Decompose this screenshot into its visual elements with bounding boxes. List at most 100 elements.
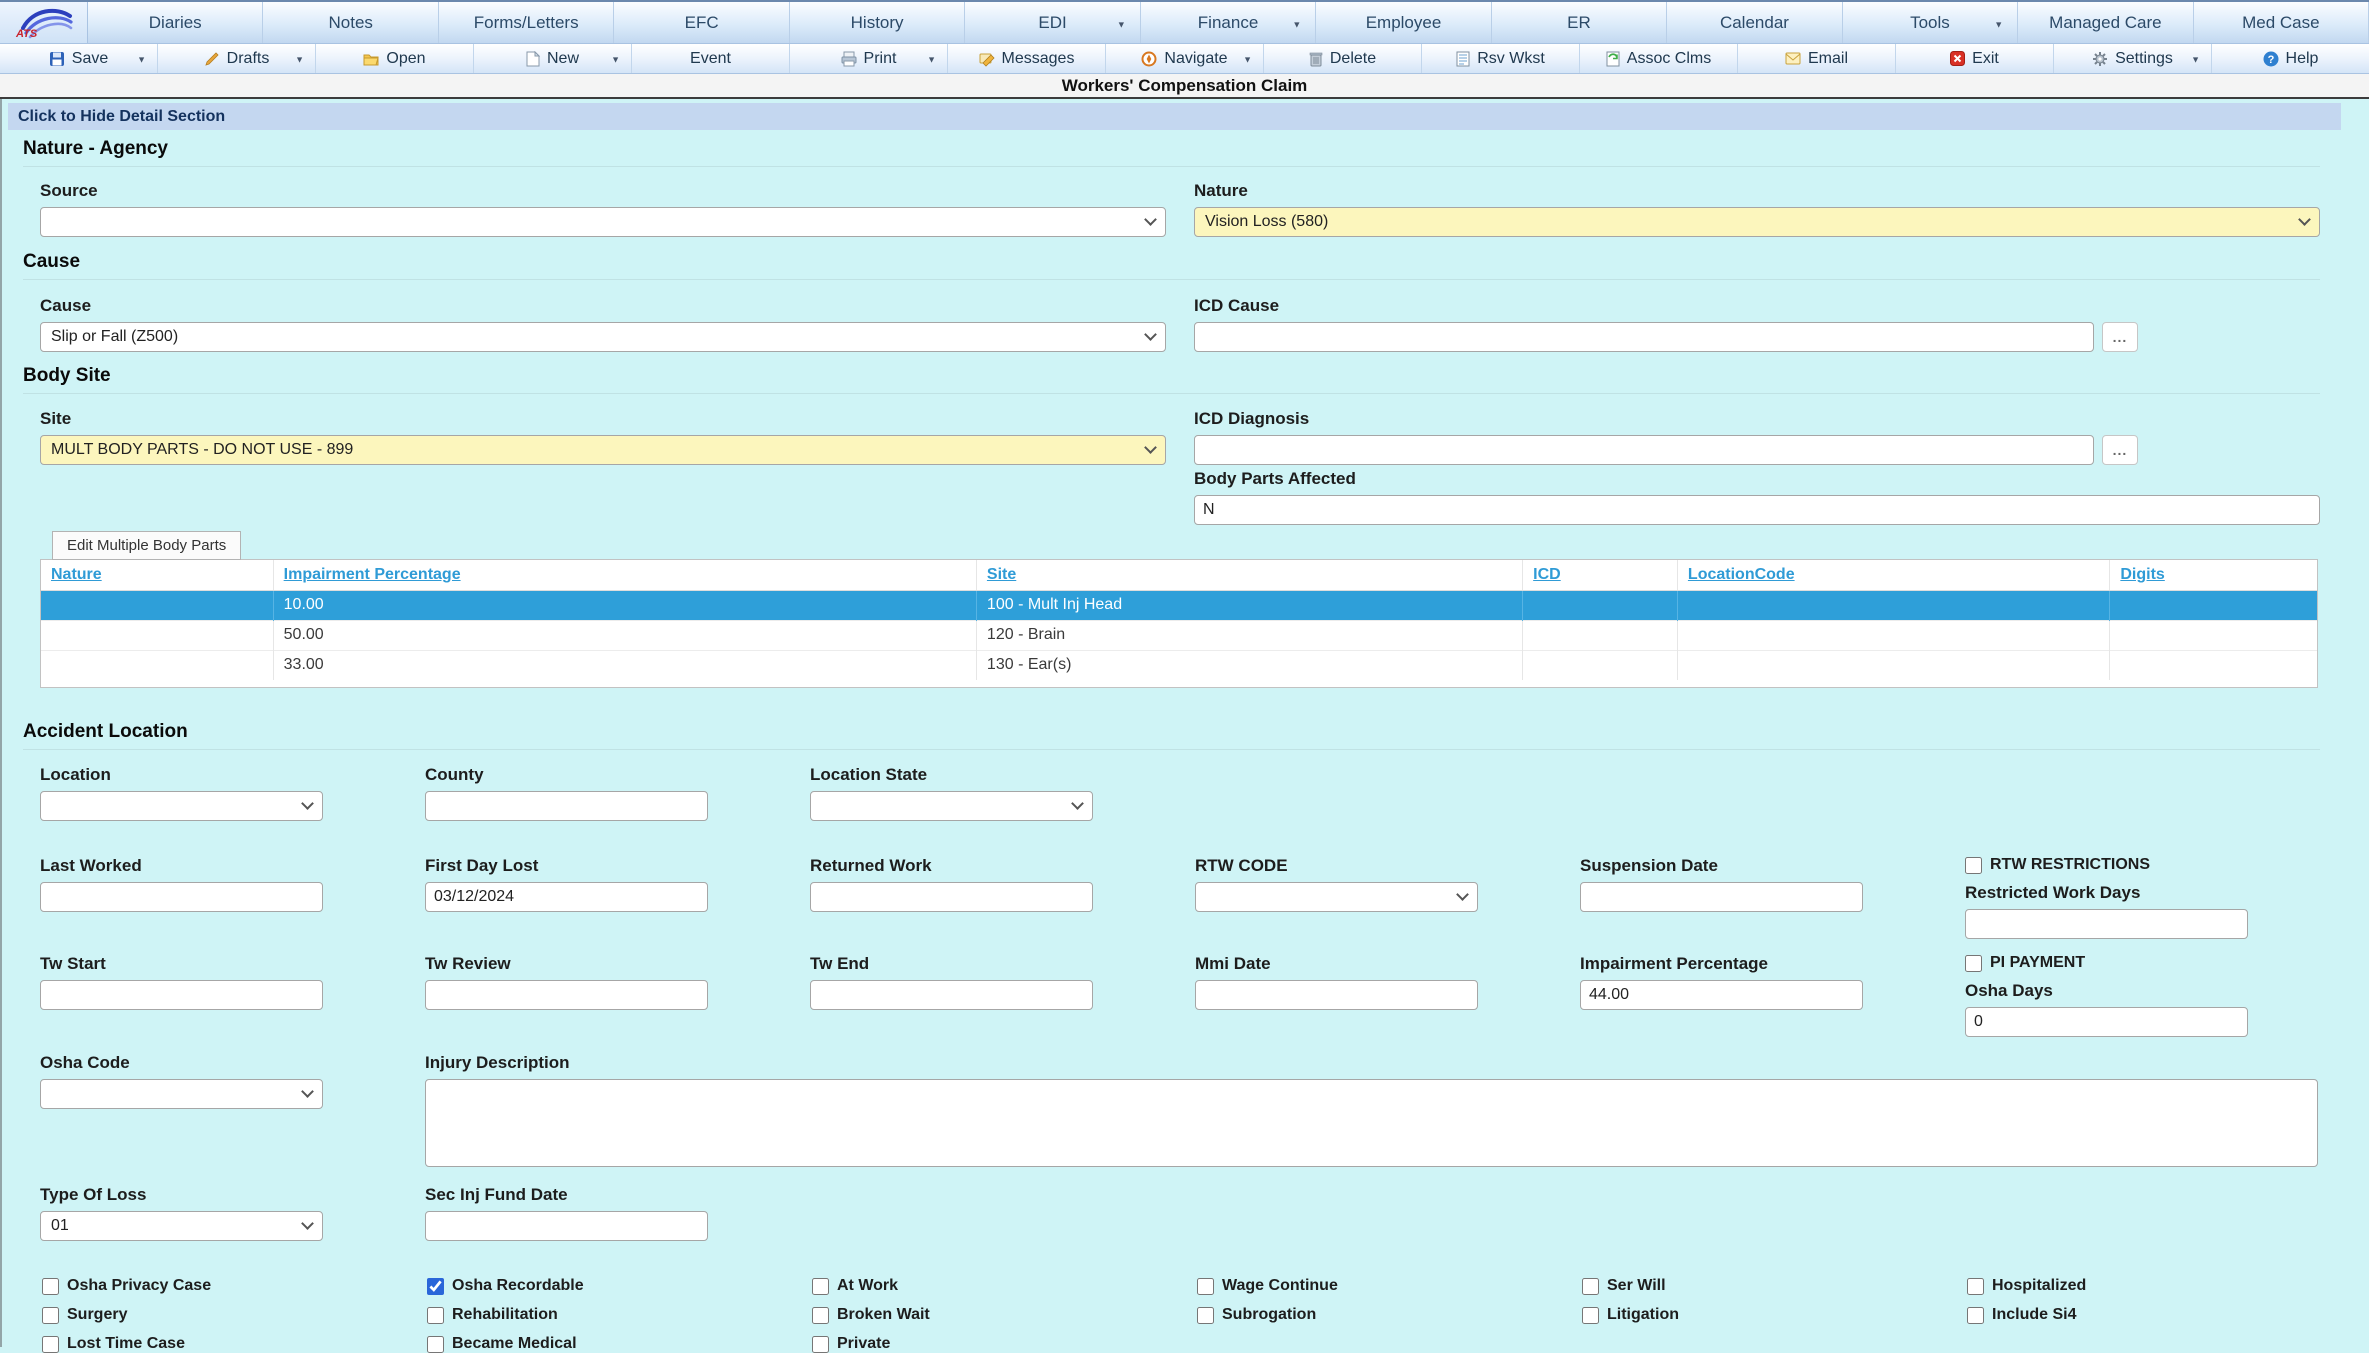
body-part-row[interactable]: 50.00 120 - Brain — [41, 620, 2317, 650]
col-header-impairment-percentage[interactable]: Impairment Percentage — [273, 560, 976, 590]
became-medical-checkbox[interactable] — [427, 1336, 444, 1353]
at-work-checkbox[interactable] — [812, 1278, 829, 1295]
icd-diagnosis-input[interactable] — [1194, 435, 2094, 465]
col-header-locationcode[interactable]: LocationCode — [1677, 560, 2109, 590]
event-button[interactable]: Event — [632, 44, 790, 73]
open-button[interactable]: Open — [316, 44, 474, 73]
body-parts-affected-input[interactable] — [1194, 495, 2320, 525]
tw-end-input[interactable] — [810, 980, 1093, 1010]
litigation-checkbox-row[interactable]: Litigation — [1582, 1306, 1967, 1324]
rsv-wkst-button[interactable]: Rsv Wkst — [1422, 44, 1580, 73]
ser-will-checkbox[interactable] — [1582, 1278, 1599, 1295]
rehabilitation-checkbox-row[interactable]: Rehabilitation — [427, 1306, 812, 1324]
tw-start-input[interactable] — [40, 980, 323, 1010]
tab-calendar[interactable]: Calendar — [1667, 2, 1842, 43]
cause-select[interactable]: Slip or Fall (Z500) — [40, 322, 1166, 352]
rtw-restrictions-checkbox[interactable] — [1965, 857, 1982, 874]
tab-finance[interactable]: Finance — [1141, 2, 1316, 43]
save-button[interactable]: Save — [0, 44, 158, 73]
col-header-icd[interactable]: ICD — [1523, 560, 1678, 590]
osha-privacy-case-checkbox-row[interactable]: Osha Privacy Case — [42, 1277, 427, 1295]
drafts-button[interactable]: Drafts — [158, 44, 316, 73]
include-si4-checkbox[interactable] — [1967, 1307, 1984, 1324]
body-part-row[interactable]: 33.00 130 - Ear(s) — [41, 650, 2317, 680]
help-button[interactable]: ? Help — [2212, 44, 2369, 73]
pi-payment-checkbox[interactable] — [1965, 955, 1982, 972]
type-of-loss-select[interactable]: 01 — [40, 1211, 323, 1241]
settings-button[interactable]: Settings — [2054, 44, 2212, 73]
impairment-percentage-input[interactable] — [1580, 980, 1863, 1010]
tw-review-input[interactable] — [425, 980, 708, 1010]
mmi-date-input[interactable] — [1195, 980, 1478, 1010]
rtw-code-select[interactable] — [1195, 882, 1478, 912]
tab-efc[interactable]: EFC — [614, 2, 789, 43]
private-checkbox[interactable] — [812, 1336, 829, 1353]
tab-forms-letters[interactable]: Forms/Letters — [439, 2, 614, 43]
broken-wait-checkbox-row[interactable]: Broken Wait — [812, 1306, 1197, 1324]
lost-time-case-checkbox[interactable] — [42, 1336, 59, 1353]
detail-section-toggle[interactable]: Click to Hide Detail Section — [8, 103, 2341, 130]
hospitalized-checkbox[interactable] — [1967, 1278, 1984, 1295]
tab-notes[interactable]: Notes — [263, 2, 438, 43]
exit-button[interactable]: Exit — [1896, 44, 2054, 73]
at-work-checkbox-row[interactable]: At Work — [812, 1277, 1197, 1295]
ser-will-checkbox-row[interactable]: Ser Will — [1582, 1277, 1967, 1295]
returned-work-input[interactable] — [810, 882, 1093, 912]
subrogation-checkbox-row[interactable]: Subrogation — [1197, 1306, 1582, 1324]
pi-payment-checkbox-row[interactable]: PI PAYMENT — [1965, 954, 2248, 972]
wage-continue-checkbox-row[interactable]: Wage Continue — [1197, 1277, 1582, 1295]
tab-diaries[interactable]: Diaries — [88, 2, 263, 43]
icd-diagnosis-lookup-button[interactable]: ... — [2102, 435, 2138, 465]
source-select[interactable] — [40, 207, 1166, 237]
rtw-restrictions-checkbox-row[interactable]: RTW RESTRICTIONS — [1965, 856, 2248, 874]
surgery-checkbox[interactable] — [42, 1307, 59, 1324]
col-header-digits[interactable]: Digits — [2110, 560, 2317, 590]
osha-code-select[interactable] — [40, 1079, 323, 1109]
tab-edi[interactable]: EDI — [965, 2, 1140, 43]
tab-history[interactable]: History — [790, 2, 965, 43]
tab-med-case[interactable]: Med Case — [2194, 2, 2369, 43]
hospitalized-checkbox-row[interactable]: Hospitalized — [1967, 1277, 2352, 1295]
edit-multiple-body-parts-button[interactable]: Edit Multiple Body Parts — [52, 531, 241, 560]
messages-button[interactable]: Messages — [948, 44, 1106, 73]
col-header-site[interactable]: Site — [976, 560, 1522, 590]
broken-wait-checkbox[interactable] — [812, 1307, 829, 1324]
subrogation-checkbox[interactable] — [1197, 1307, 1214, 1324]
site-select[interactable]: MULT BODY PARTS - DO NOT USE - 899 — [40, 435, 1166, 465]
county-input[interactable] — [425, 791, 708, 821]
became-medical-checkbox-row[interactable]: Became Medical — [427, 1335, 812, 1353]
osha-days-input[interactable] — [1965, 1007, 2248, 1037]
icd-cause-lookup-button[interactable]: ... — [2102, 322, 2138, 352]
wage-continue-checkbox[interactable] — [1197, 1278, 1214, 1295]
tab-er[interactable]: ER — [1492, 2, 1667, 43]
delete-button[interactable]: Delete — [1264, 44, 1422, 73]
litigation-checkbox[interactable] — [1582, 1307, 1599, 1324]
location-state-select[interactable] — [810, 791, 1093, 821]
first-day-lost-input[interactable] — [425, 882, 708, 912]
rehabilitation-checkbox[interactable] — [427, 1307, 444, 1324]
osha-recordable-checkbox-row[interactable]: Osha Recordable — [427, 1277, 812, 1295]
assoc-clms-button[interactable]: Assoc Clms — [1580, 44, 1738, 73]
surgery-checkbox-row[interactable]: Surgery — [42, 1306, 427, 1324]
osha-privacy-case-checkbox[interactable] — [42, 1278, 59, 1295]
include-si4-checkbox-row[interactable]: Include Si4 — [1967, 1306, 2352, 1324]
osha-recordable-checkbox[interactable] — [427, 1278, 444, 1295]
email-button[interactable]: Email — [1738, 44, 1896, 73]
tab-managed-care[interactable]: Managed Care — [2018, 2, 2193, 43]
tab-tools[interactable]: Tools — [1843, 2, 2018, 43]
lost-time-case-checkbox-row[interactable]: Lost Time Case — [42, 1335, 427, 1353]
private-checkbox-row[interactable]: Private — [812, 1335, 1197, 1353]
body-part-row[interactable]: 10.00 100 - Mult Inj Head — [41, 590, 2317, 620]
suspension-date-input[interactable] — [1580, 882, 1863, 912]
injury-description-textarea[interactable] — [425, 1079, 2318, 1167]
sec-inj-fund-date-input[interactable] — [425, 1211, 708, 1241]
last-worked-input[interactable] — [40, 882, 323, 912]
icd-cause-input[interactable] — [1194, 322, 2094, 352]
print-button[interactable]: Print — [790, 44, 948, 73]
col-header-nature[interactable]: Nature — [41, 560, 273, 590]
navigate-button[interactable]: Navigate — [1106, 44, 1264, 73]
nature-select[interactable]: Vision Loss (580) — [1194, 207, 2320, 237]
restricted-work-days-input[interactable] — [1965, 909, 2248, 939]
tab-employee[interactable]: Employee — [1316, 2, 1491, 43]
new-button[interactable]: New — [474, 44, 632, 73]
